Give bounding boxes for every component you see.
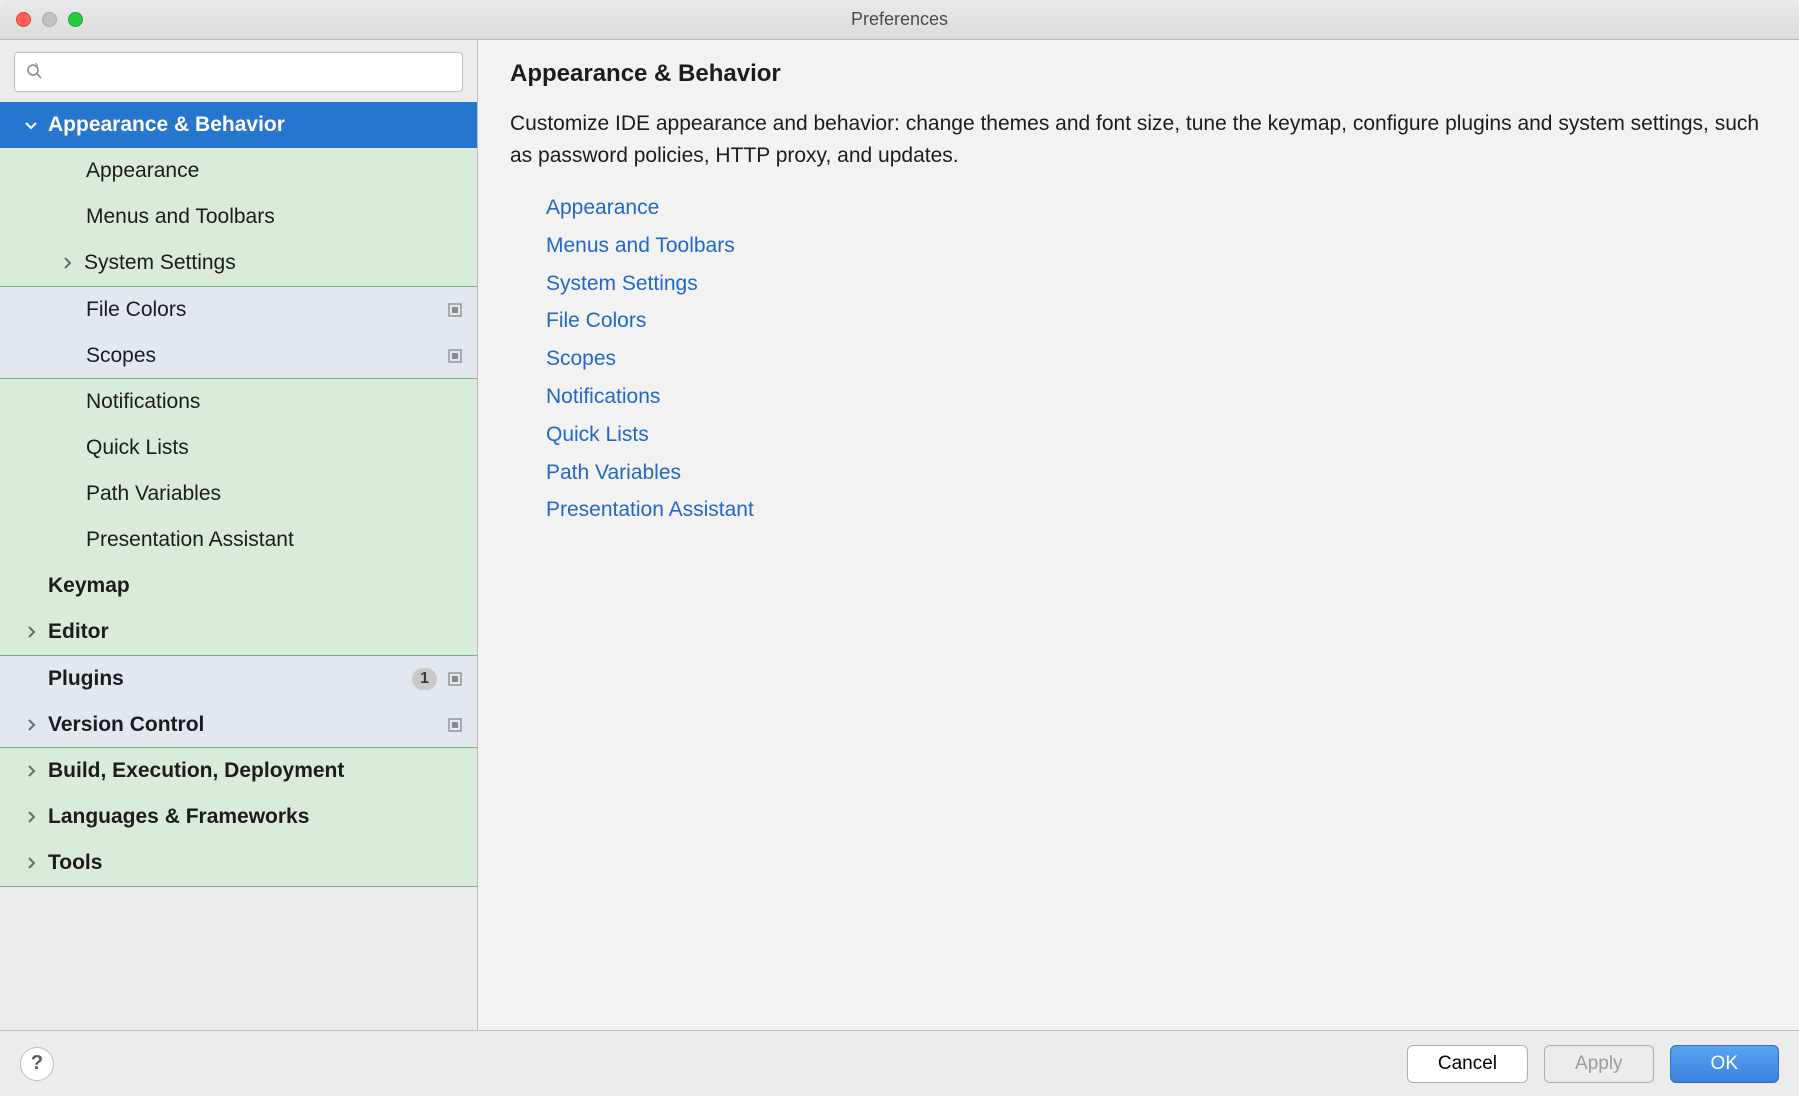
tree-label: Keymap	[48, 574, 130, 598]
link-presentation-assistant[interactable]: Presentation Assistant	[546, 491, 1767, 529]
link-system-settings[interactable]: System Settings	[546, 265, 1767, 303]
search-box[interactable]	[14, 52, 463, 92]
tree-label: Presentation Assistant	[86, 528, 294, 552]
preferences-window: Preferences Appearance & Beh	[0, 0, 1799, 1096]
tree-label: File Colors	[86, 298, 186, 322]
link-notifications[interactable]: Notifications	[546, 378, 1767, 416]
search-icon	[25, 62, 45, 82]
window-maximize-button[interactable]	[68, 12, 83, 27]
project-level-icon	[447, 671, 463, 687]
window-minimize-button[interactable]	[42, 12, 57, 27]
tree-item-menus-toolbars[interactable]: Menus and Toolbars	[0, 194, 477, 240]
tree-item-tools[interactable]: Tools	[0, 840, 477, 886]
chevron-right-icon	[22, 625, 40, 639]
dialog-footer: ? Cancel Apply OK	[0, 1030, 1799, 1096]
tree-label: Quick Lists	[86, 436, 189, 460]
tree-item-file-colors[interactable]: File Colors	[0, 287, 477, 333]
page-description: Customize IDE appearance and behavior: c…	[510, 108, 1767, 171]
apply-button[interactable]: Apply	[1544, 1045, 1654, 1083]
tree-label: Path Variables	[86, 482, 221, 506]
search-container	[0, 40, 477, 102]
link-appearance[interactable]: Appearance	[546, 189, 1767, 227]
content-area: Appearance & Behavior Appearance Menus a…	[0, 40, 1799, 1030]
search-input[interactable]	[45, 62, 452, 83]
tree-label: Appearance & Behavior	[48, 113, 285, 137]
subpage-links: Appearance Menus and Toolbars System Set…	[510, 189, 1767, 529]
ok-button[interactable]: OK	[1670, 1045, 1779, 1083]
tree-item-version-control[interactable]: Version Control	[0, 702, 477, 748]
project-level-icon	[447, 717, 463, 733]
tree-item-scopes[interactable]: Scopes	[0, 333, 477, 379]
tree-label: Editor	[48, 620, 109, 644]
tree-group-bottom: Build, Execution, Deployment Languages &…	[0, 747, 477, 887]
help-button[interactable]: ?	[20, 1047, 54, 1081]
tree-item-plugins[interactable]: Plugins 1	[0, 656, 477, 702]
main-panel: Appearance & Behavior Customize IDE appe…	[478, 40, 1799, 1030]
chevron-right-icon	[58, 256, 76, 270]
link-path-variables[interactable]: Path Variables	[546, 454, 1767, 492]
tree-item-build[interactable]: Build, Execution, Deployment	[0, 748, 477, 794]
chevron-right-icon	[22, 764, 40, 778]
help-icon: ?	[31, 1052, 43, 1075]
titlebar: Preferences	[0, 0, 1799, 40]
tree-label: Languages & Frameworks	[48, 805, 309, 829]
window-close-button[interactable]	[16, 12, 31, 27]
link-quick-lists[interactable]: Quick Lists	[546, 416, 1767, 454]
tree-item-presentation-assistant[interactable]: Presentation Assistant	[0, 517, 477, 563]
chevron-right-icon	[22, 856, 40, 870]
chevron-down-icon	[22, 118, 40, 132]
tree-item-appearance[interactable]: Appearance	[0, 148, 477, 194]
tree-label: Build, Execution, Deployment	[48, 759, 344, 783]
tree-label: Tools	[48, 851, 102, 875]
tree-label: Notifications	[86, 390, 200, 414]
tree-item-languages[interactable]: Languages & Frameworks	[0, 794, 477, 840]
settings-tree: Appearance & Behavior Appearance Menus a…	[0, 102, 477, 1030]
tree-item-path-variables[interactable]: Path Variables	[0, 471, 477, 517]
chevron-right-icon	[22, 718, 40, 732]
tree-item-system-settings[interactable]: System Settings	[0, 240, 477, 286]
tree-label: Appearance	[86, 159, 199, 183]
page-title: Appearance & Behavior	[510, 60, 1767, 88]
tree-label: Version Control	[48, 713, 204, 737]
tree-label: Menus and Toolbars	[86, 205, 275, 229]
cancel-button[interactable]: Cancel	[1407, 1045, 1528, 1083]
tree-group-appearance: Appearance & Behavior Appearance Menus a…	[0, 102, 477, 287]
tree-item-appearance-behavior[interactable]: Appearance & Behavior	[0, 102, 477, 148]
tree-item-editor[interactable]: Editor	[0, 609, 477, 655]
project-level-icon	[447, 302, 463, 318]
tree-item-keymap[interactable]: Keymap	[0, 563, 477, 609]
link-menus-toolbars[interactable]: Menus and Toolbars	[546, 227, 1767, 265]
tree-label: Plugins	[48, 667, 124, 691]
tree-item-quick-lists[interactable]: Quick Lists	[0, 425, 477, 471]
tree-item-notifications[interactable]: Notifications	[0, 379, 477, 425]
window-controls	[16, 12, 83, 27]
chevron-right-icon	[22, 810, 40, 824]
window-title: Preferences	[851, 9, 948, 30]
tree-label: Scopes	[86, 344, 156, 368]
tree-group-mid: Notifications Quick Lists Path Variables…	[0, 378, 477, 656]
link-scopes[interactable]: Scopes	[546, 340, 1767, 378]
sidebar: Appearance & Behavior Appearance Menus a…	[0, 40, 478, 1030]
link-file-colors[interactable]: File Colors	[546, 302, 1767, 340]
project-level-icon	[447, 348, 463, 364]
plugins-badge: 1	[412, 668, 437, 690]
tree-label: System Settings	[84, 251, 236, 275]
